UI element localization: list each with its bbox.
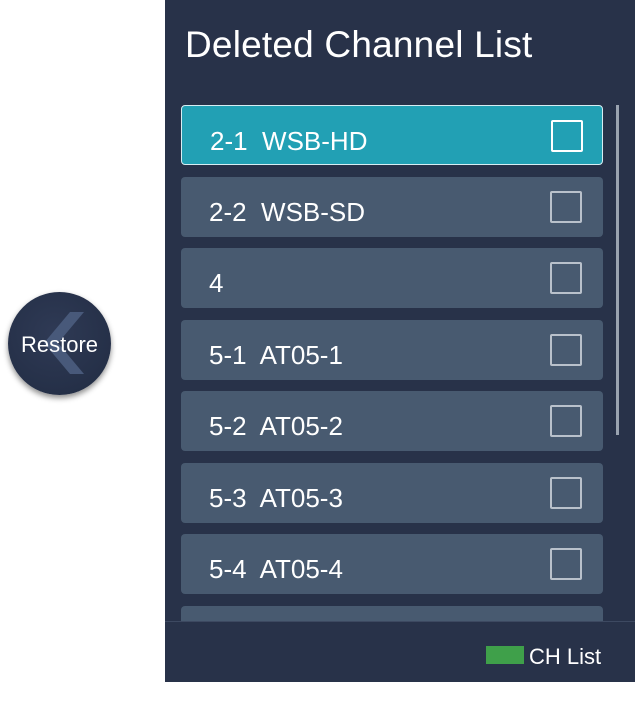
channel-row[interactable]: 2-1 WSB-HD — [181, 105, 603, 165]
ch-list-hint[interactable]: CH List — [529, 644, 601, 670]
channel-label: 5-3 AT05-3 — [209, 483, 343, 514]
channel-row[interactable]: 4 — [181, 248, 603, 308]
green-key-icon — [486, 646, 524, 664]
channel-label: 5-2 AT05-2 — [209, 411, 343, 442]
channel-name: AT05-4 — [259, 554, 343, 584]
restore-button[interactable]: Restore — [8, 292, 111, 395]
channel-number: 4 — [209, 268, 224, 298]
channel-checkbox[interactable] — [550, 334, 582, 366]
channel-label: 2-2 WSB-SD — [209, 197, 365, 228]
channel-number: 2-1 — [210, 126, 248, 156]
scrollbar[interactable] — [616, 105, 619, 435]
channel-checkbox[interactable] — [550, 191, 582, 223]
channel-name: AT05-1 — [259, 340, 343, 370]
channel-name: WSB-HD — [262, 126, 368, 156]
channel-row[interactable]: 5-3 AT05-3 — [181, 463, 603, 523]
panel-title: Deleted Channel List — [185, 24, 533, 65]
channel-row[interactable]: 5-2 AT05-2 — [181, 391, 603, 451]
channel-label: 2-1 WSB-HD — [210, 126, 367, 157]
channel-list: 2-1 WSB-HD 2-2 WSB-SD 4 5-1 AT05-1 5-2 AT05-… — [181, 105, 603, 621]
bottom-bar: CH List — [165, 621, 635, 682]
channel-number: 5-1 — [209, 340, 247, 370]
deleted-channel-panel: Deleted Channel List 2-1 WSB-HD 2-2 WSB-S… — [165, 0, 635, 682]
channel-row[interactable] — [181, 606, 603, 621]
channel-row[interactable]: 5-1 AT05-1 — [181, 320, 603, 380]
channel-checkbox[interactable] — [551, 120, 583, 152]
channel-name: AT05-2 — [259, 411, 343, 441]
channel-label: 5-4 AT05-4 — [209, 554, 343, 585]
channel-checkbox[interactable] — [550, 405, 582, 437]
channel-row[interactable]: 2-2 WSB-SD — [181, 177, 603, 237]
channel-label: 5-1 AT05-1 — [209, 340, 343, 371]
channel-row[interactable]: 5-4 AT05-4 — [181, 534, 603, 594]
channel-number: 5-2 — [209, 411, 247, 441]
channel-name: WSB-SD — [261, 197, 366, 227]
channel-name: AT05-3 — [259, 483, 343, 513]
channel-number: 5-4 — [209, 554, 247, 584]
channel-checkbox[interactable] — [550, 477, 582, 509]
channel-number: 2-2 — [209, 197, 247, 227]
restore-label: Restore — [20, 332, 99, 357]
channel-checkbox[interactable] — [550, 548, 582, 580]
channel-label: 4 — [209, 268, 223, 299]
channel-number: 5-3 — [209, 483, 247, 513]
channel-checkbox[interactable] — [550, 262, 582, 294]
